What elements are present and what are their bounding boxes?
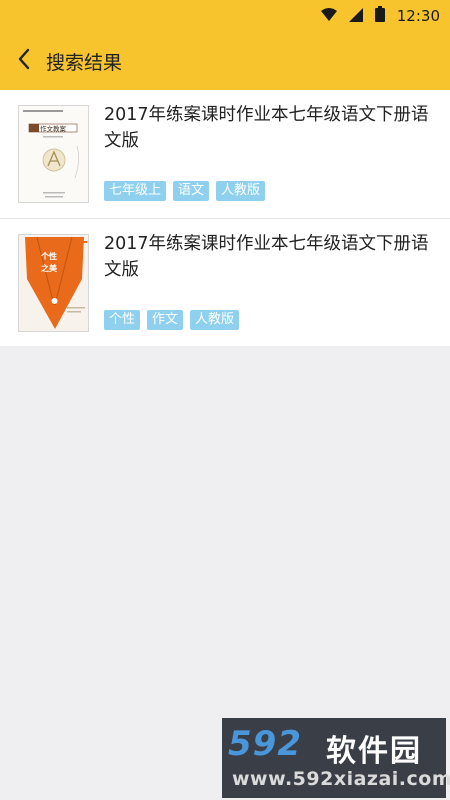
results-list: 作文教案 2017年练案课时作业本七年级语文下册语文版 七年级上 语文 人教版 [0, 90, 450, 346]
battery-icon [374, 6, 385, 26]
tag-badge[interactable]: 语文 [173, 181, 210, 201]
book-cover: 个性 之美 [18, 234, 89, 332]
svg-text:之美: 之美 [41, 263, 58, 273]
list-item[interactable]: 个性 之美 2017年练案课时作业本七年级语文下册语文版 个性 作文 人教版 [0, 218, 450, 346]
chevron-left-icon [17, 48, 31, 74]
tag-list: 个性 作文 人教版 [104, 310, 240, 330]
status-time: 12:30 [396, 7, 440, 25]
cell-signal-icon [348, 7, 363, 26]
tag-badge[interactable]: 七年级上 [104, 181, 167, 201]
svg-text:个性: 个性 [40, 251, 57, 261]
watermark: 592 软件园 www.592xiazai.com [222, 718, 450, 798]
app-bar: 搜索结果 [0, 32, 450, 90]
tag-badge[interactable]: 人教版 [216, 181, 266, 201]
tag-badge[interactable]: 作文 [147, 310, 184, 330]
book-cover: 作文教案 [18, 105, 89, 203]
watermark-logo: 592 [228, 724, 302, 764]
watermark-name: 软件园 [326, 734, 422, 769]
result-title: 2017年练案课时作业本七年级语文下册语文版 [104, 234, 429, 280]
watermark-url: www.592xiazai.com [232, 768, 450, 790]
page-title: 搜索结果 [46, 51, 123, 74]
tag-badge[interactable]: 人教版 [190, 310, 240, 330]
list-item[interactable]: 作文教案 2017年练案课时作业本七年级语文下册语文版 七年级上 语文 人教版 [0, 90, 450, 218]
status-icons: 12:30 [320, 6, 440, 26]
tag-list: 七年级上 语文 人教版 [104, 181, 266, 201]
result-title: 2017年练案课时作业本七年级语文下册语文版 [104, 105, 429, 151]
tag-badge[interactable]: 个性 [104, 310, 141, 330]
svg-text:作文教案: 作文教案 [40, 124, 67, 133]
wifi-icon [320, 7, 337, 26]
status-bar: 12:30 [0, 0, 450, 32]
back-button[interactable] [0, 32, 48, 90]
